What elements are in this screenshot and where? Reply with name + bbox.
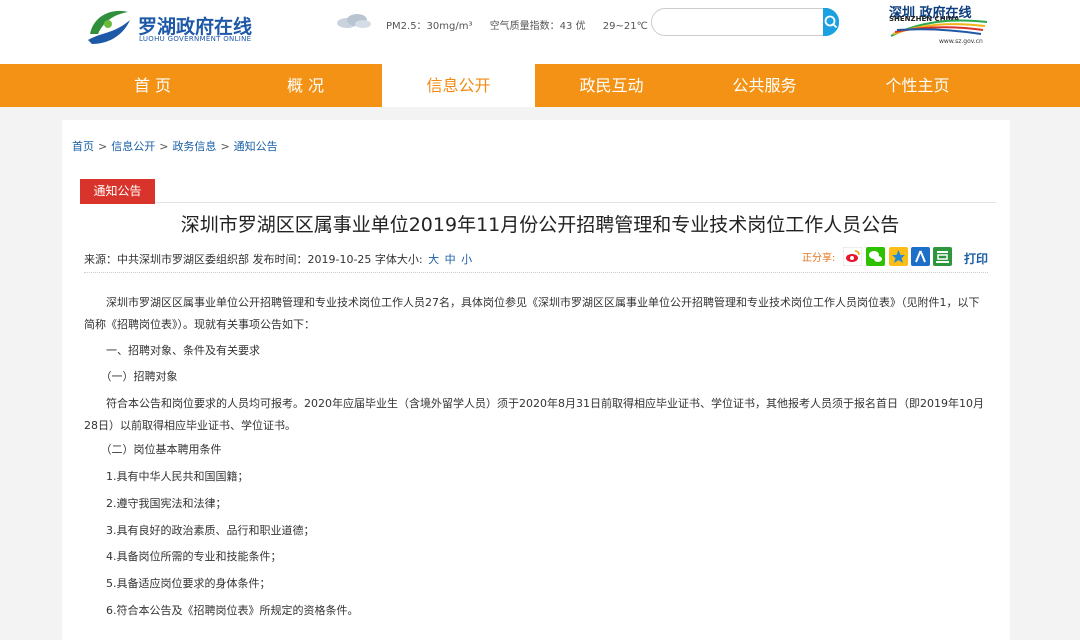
nav-item-info-disclosure[interactable]: 信息公开 xyxy=(382,64,535,107)
font-size-small[interactable]: 小 xyxy=(461,253,472,266)
weather-info: PM2.5：30mg/m³ 空气质量指数：43 优 29~21℃ xyxy=(386,17,662,32)
qzone-icon[interactable] xyxy=(889,247,908,266)
article-paragraph: 4.具备岗位所需的专业和技能条件； xyxy=(84,550,282,563)
font-size-medium[interactable]: 中 xyxy=(445,253,456,266)
renren-icon[interactable] xyxy=(911,247,930,266)
print-link[interactable]: 打印 xyxy=(964,250,988,267)
article-paragraph: 深圳市罗湖区区属事业单位公开招聘管理和专业技术岗位工作人员27名，具体岗位参见《… xyxy=(84,296,980,331)
luohu-logo[interactable]: 罗湖政府在线 LUOHU GOVERNMENT ONLINE xyxy=(84,4,254,48)
breadcrumb-home[interactable]: 首页 xyxy=(72,140,94,153)
logo-subtitle: LUOHU GOVERNMENT ONLINE xyxy=(139,35,252,43)
article-paragraph: 符合本公告和岗位要求的人员均可报考。2020年应届毕业生（含境外留学人员）须于2… xyxy=(84,397,984,432)
douban-icon[interactable] xyxy=(933,247,952,266)
article-paragraph: 一、招聘对象、条件及有关要求 xyxy=(84,344,260,357)
search-icon-glyph xyxy=(824,15,838,29)
article-meta: 来源：中共深圳市罗湖区委组织部 发布时间：2019-10-25 字体大小: 大 … xyxy=(84,251,472,267)
shenzhen-wave-icon xyxy=(890,19,988,37)
shenzhen-logo[interactable]: 深圳 政府在线 SHENZHEN CHINA www.sz.gov.cn xyxy=(889,2,989,48)
category-tag: 通知公告 xyxy=(80,179,155,204)
search-box xyxy=(651,8,839,36)
wechat-icon[interactable] xyxy=(866,247,885,266)
temperature-value: 29~21℃ xyxy=(602,21,648,32)
shenzhen-url: www.sz.gov.cn xyxy=(939,38,983,45)
nav-item-overview[interactable]: 概 况 xyxy=(229,64,382,107)
font-size-large[interactable]: 大 xyxy=(428,253,439,266)
weibo-icon[interactable] xyxy=(842,246,863,267)
article-paragraph: 1.具有中华人民共和国国籍； xyxy=(84,470,249,483)
breadcrumb: 首页 > 信息公开 > 政务信息 > 通知公告 xyxy=(72,140,278,153)
site-header: 罗湖政府在线 LUOHU GOVERNMENT ONLINE PM2.5：30m… xyxy=(0,0,1080,64)
article-paragraph: 5.具备适应岗位要求的身体条件； xyxy=(84,577,271,590)
breadcrumb-notice[interactable]: 通知公告 xyxy=(234,140,278,153)
article-paragraph: 2.遵守我国宪法和法律； xyxy=(84,497,227,510)
cloud-icon xyxy=(337,14,371,28)
article-paragraph: 3.具有良好的政治素质、品行和职业道德； xyxy=(84,524,315,537)
pm25-value: PM2.5：30mg/m³ xyxy=(386,21,473,32)
tag-divider xyxy=(80,202,996,203)
search-icon[interactable] xyxy=(837,14,853,30)
share-label: 正分享: xyxy=(802,253,836,264)
breadcrumb-gov-info[interactable]: 政务信息 xyxy=(172,140,216,153)
article-title: 深圳市罗湖区区属事业单位2019年11月份公开招聘管理和专业技术岗位工作人员公告 xyxy=(180,214,900,236)
nav-item-interaction[interactable]: 政民互动 xyxy=(535,64,688,107)
article-paragraph: （一）招聘对象 xyxy=(84,370,178,383)
nav-item-home[interactable]: 首 页 xyxy=(76,64,229,107)
nav-item-personal[interactable]: 个性主页 xyxy=(841,64,994,107)
main-nav: 首 页 概 况 信息公开 政民互动 公共服务 个性主页 xyxy=(0,64,1080,107)
search-input[interactable] xyxy=(652,9,824,35)
article-paragraph: （二）岗位基本聘用条件 xyxy=(84,443,222,456)
meta-divider xyxy=(84,272,988,273)
meta-source-date: 来源：中共深圳市罗湖区委组织部 发布时间：2019-10-25 字体大小: xyxy=(84,253,423,266)
luohu-logo-icon xyxy=(88,10,130,44)
nav-item-public-service[interactable]: 公共服务 xyxy=(688,64,841,107)
breadcrumb-info-disclosure[interactable]: 信息公开 xyxy=(111,140,155,153)
article-paragraph: 6.符合本公告及《招聘岗位表》所规定的资格条件。 xyxy=(84,604,359,617)
aqi-value: 空气质量指数：43 优 xyxy=(489,21,586,32)
